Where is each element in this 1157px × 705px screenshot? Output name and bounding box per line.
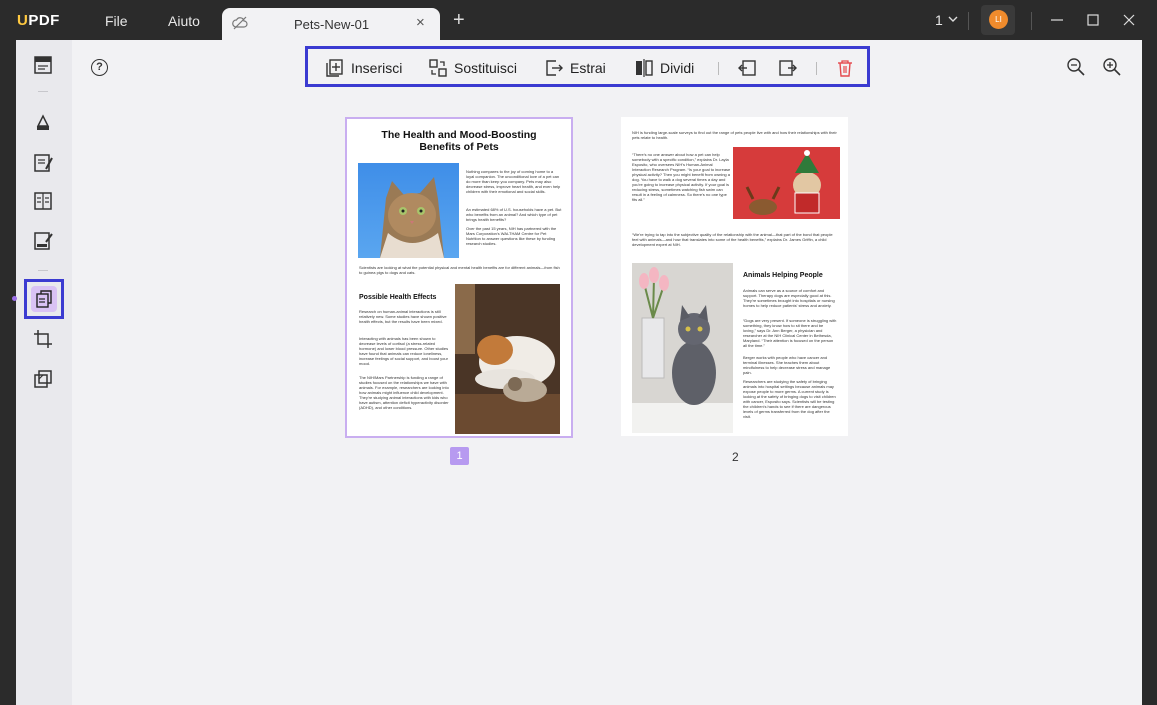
avatar[interactable]: LI (981, 5, 1015, 35)
document-tab[interactable]: Pets-New-01 × (222, 8, 440, 40)
dog-and-cat-photo (455, 284, 560, 434)
page-selector[interactable]: 1 (935, 12, 943, 28)
extract-button[interactable]: Estrai (544, 58, 606, 78)
page2-help2: “Dogs are very present. If someone is st… (743, 318, 837, 348)
page2-help4: Researchers are studying the safety of b… (743, 379, 836, 419)
divider (38, 91, 48, 92)
organize-pages-button[interactable] (24, 279, 64, 319)
sign-icon[interactable] (32, 230, 54, 252)
minimize-icon[interactable] (1048, 11, 1066, 29)
workspace: ? Inserisci Sostituisci Estrai Dividi Th… (12, 40, 1142, 705)
page1-nih: Over the past 15 years, NIH has partnere… (466, 226, 557, 246)
page2-help1: Animals can serve as a source of comfort… (743, 288, 835, 308)
page-number-2: 2 (732, 450, 739, 464)
page1-heading: Possible Health Effects (359, 294, 437, 301)
tab-close-icon[interactable]: × (416, 14, 425, 31)
page2-heading: Animals Helping People (743, 272, 823, 279)
close-window-icon[interactable] (1120, 11, 1138, 29)
organize-pages-highlight (31, 286, 57, 312)
organize-toolbar: Inserisci Sostituisci Estrai Dividi (305, 46, 870, 87)
rotate-left-icon[interactable] (737, 58, 757, 78)
left-toolbar (12, 40, 72, 705)
maximize-icon[interactable] (1084, 11, 1102, 29)
crop-icon[interactable] (32, 328, 54, 350)
highlighter-icon[interactable] (32, 112, 54, 134)
insert-page-icon (326, 59, 343, 77)
divider (718, 62, 719, 75)
menu-file[interactable]: File (105, 13, 128, 29)
avatar-initials: LI (989, 10, 1008, 29)
extract-page-icon (546, 60, 563, 76)
delete-icon[interactable] (835, 58, 855, 78)
rotate-right-icon[interactable] (778, 58, 798, 78)
grey-cat-illustration (632, 263, 733, 433)
holiday-dogs-photo (733, 147, 840, 219)
page-thumbnail-2[interactable]: NIH is funding large-scale surveys to fi… (621, 117, 848, 436)
split-label: Dividi (660, 60, 695, 76)
divider (38, 270, 48, 271)
page2-quote1: “There's no one answer about how a pet c… (632, 152, 731, 202)
insert-button[interactable]: Inserisci (325, 58, 402, 78)
split-page-icon (636, 59, 653, 77)
app-logo: UPDF (17, 12, 60, 29)
extract-label: Estrai (570, 60, 606, 76)
page1-intro: Nothing compares to the joy of coming ho… (466, 169, 561, 194)
page1-stat: An estimated 68% of U.S. households have… (466, 207, 562, 222)
cat-photo (358, 163, 459, 258)
page1-scientists: Scientists are looking at what the poten… (359, 265, 560, 275)
active-indicator (12, 296, 17, 301)
cloud-off-icon (232, 16, 248, 30)
page2-help3: Berger works with people who have cancer… (743, 355, 831, 375)
chevron-down-icon[interactable] (948, 14, 958, 24)
page1-effects1: Research on human-animal interactions is… (359, 309, 447, 324)
new-tab-button[interactable]: + (453, 9, 465, 32)
replace-label: Sostituisci (454, 60, 518, 76)
divider (816, 62, 817, 75)
edit-text-icon[interactable] (32, 152, 54, 174)
page2-top: NIH is funding large-scale surveys to fi… (632, 130, 837, 140)
menu-help[interactable]: Aiuto (168, 13, 200, 29)
reader-icon[interactable] (32, 54, 54, 76)
cat-illustration (380, 177, 444, 258)
page-thumbnail-1[interactable]: The Health and Mood-Boosting Benefits of… (345, 117, 573, 438)
organize-pages-icon (36, 290, 52, 308)
help-icon[interactable]: ? (91, 59, 108, 76)
replace-page-icon (429, 59, 447, 77)
layers-icon[interactable] (32, 368, 54, 390)
divider (1031, 12, 1032, 30)
title-bar: UPDF File Aiuto Pets-New-01 × + 1 LI (0, 0, 1157, 40)
page1-effects3: The NIH/Mars Partnership is funding a ra… (359, 375, 449, 410)
page1-effects2: Interacting with animals has been shown … (359, 336, 449, 366)
page-number-1: 1 (450, 447, 469, 465)
tab-title: Pets-New-01 (294, 17, 370, 32)
page1-title-line1: The Health and Mood-Boosting (381, 129, 537, 141)
zoom-in-icon[interactable] (1102, 57, 1122, 77)
zoom-out-icon[interactable] (1066, 57, 1086, 77)
page2-quote2: “We're trying to tap into the subjective… (632, 232, 833, 247)
page1-title-line2: Benefits of Pets (419, 141, 499, 153)
replace-button[interactable]: Sostituisci (428, 58, 517, 78)
logo-text: PDF (28, 12, 60, 29)
grey-cat-photo (632, 263, 733, 433)
divider (968, 12, 969, 30)
dogs-illustration (733, 147, 840, 219)
dog-cat-illustration (455, 284, 560, 434)
split-button[interactable]: Dividi (634, 58, 694, 78)
insert-label: Inserisci (351, 60, 403, 76)
form-icon[interactable] (32, 190, 54, 212)
